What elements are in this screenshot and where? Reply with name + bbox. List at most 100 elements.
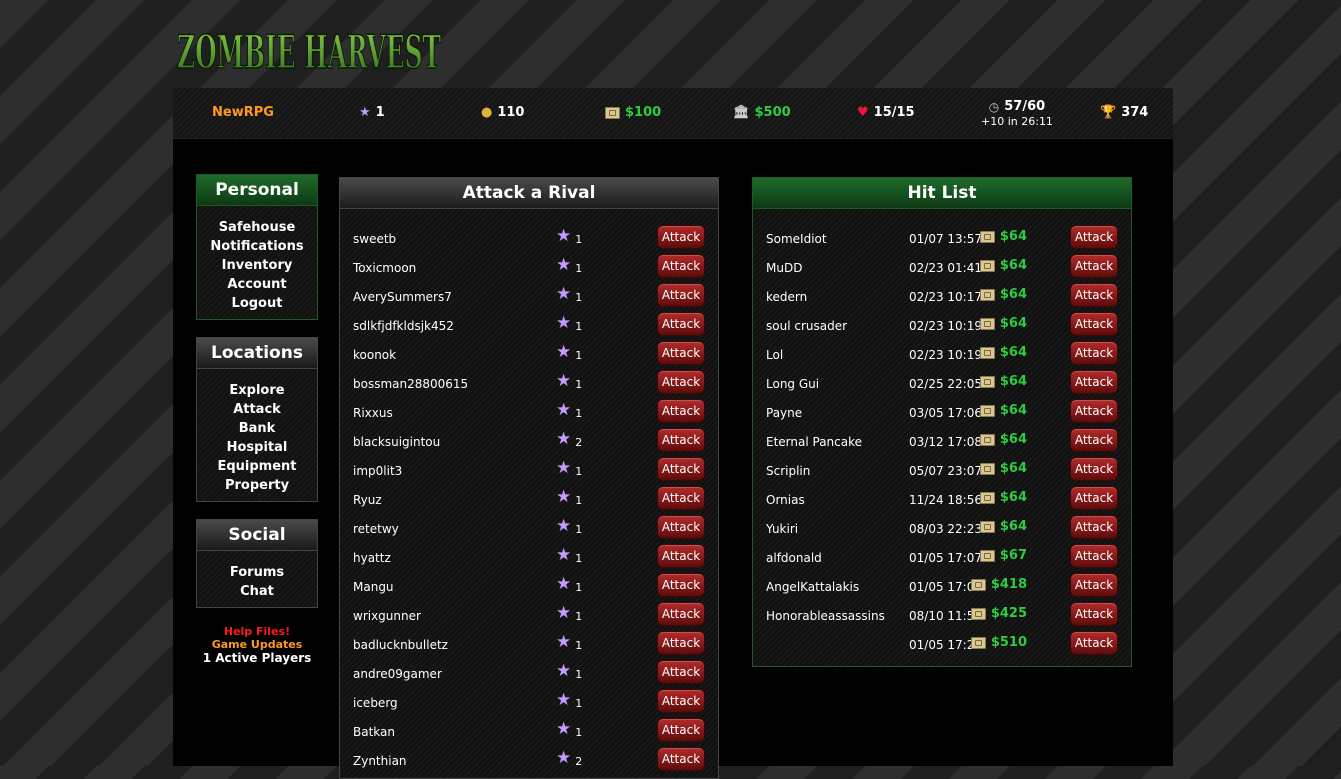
- attack-button[interactable]: Attack: [1070, 515, 1118, 539]
- menu-item-bank[interactable]: Bank: [197, 419, 317, 438]
- rival-name[interactable]: iceberg: [353, 696, 398, 710]
- attack-button[interactable]: Attack: [657, 399, 705, 423]
- rival-name[interactable]: Ryuz: [353, 493, 382, 507]
- attack-button[interactable]: Attack: [657, 486, 705, 510]
- target-name[interactable]: MuDD: [766, 261, 802, 275]
- menu-item-inventory[interactable]: Inventory: [197, 256, 317, 275]
- target-name[interactable]: SomeIdiot: [766, 232, 827, 246]
- target-name[interactable]: soul crusader: [766, 319, 847, 333]
- attack-button[interactable]: Attack: [657, 660, 705, 684]
- star-icon: ★: [556, 255, 572, 275]
- bounty-value: $64: [999, 461, 1027, 476]
- rival-list: sweetb ★ 1 Attack Toxicmoon ★ 1 Attack AverySumm…: [340, 209, 718, 774]
- rival-name[interactable]: blacksuigintou: [353, 435, 440, 449]
- points-stat[interactable]: ● 110: [481, 105, 524, 120]
- menu-item-attack[interactable]: Attack: [197, 400, 317, 419]
- menu-item-account[interactable]: Account: [197, 275, 317, 294]
- rival-row: sdlkfjdfkldsjk452 ★ 1 Attack: [340, 310, 718, 339]
- menu-item-logout[interactable]: Logout: [197, 294, 317, 313]
- attack-button[interactable]: Attack: [657, 370, 705, 394]
- target-name[interactable]: Eternal Pancake: [766, 435, 862, 449]
- rival-name[interactable]: wrixgunner: [353, 609, 421, 623]
- target-name[interactable]: alfdonald: [766, 551, 822, 565]
- bounty-amount: $64: [979, 374, 1027, 389]
- attack-button[interactable]: Attack: [1070, 457, 1118, 481]
- attack-button[interactable]: Attack: [1070, 486, 1118, 510]
- attack-button[interactable]: Attack: [1070, 573, 1118, 597]
- attack-button[interactable]: Attack: [657, 544, 705, 568]
- rival-row: Batkan ★ 1 Attack: [340, 716, 718, 745]
- rival-name[interactable]: badlucknbulletz: [353, 638, 448, 652]
- game-logo[interactable]: ZOMBIE HARVEST: [173, 0, 448, 86]
- rival-name[interactable]: andre09gamer: [353, 667, 442, 681]
- rival-level-value: 1: [575, 349, 583, 362]
- bounty-amount: $64: [979, 461, 1027, 476]
- username[interactable]: NewRPG: [212, 105, 274, 120]
- attack-button[interactable]: Attack: [657, 515, 705, 539]
- target-name[interactable]: Yukiri: [766, 522, 798, 536]
- target-name[interactable]: AngelKattalakis: [766, 580, 859, 594]
- attack-button[interactable]: Attack: [1070, 399, 1118, 423]
- rival-name[interactable]: Batkan: [353, 725, 395, 739]
- menu-item-safehouse[interactable]: Safehouse: [197, 218, 317, 237]
- rival-name[interactable]: sdlkfjdfkldsjk452: [353, 319, 454, 333]
- rival-name[interactable]: Mangu: [353, 580, 394, 594]
- attack-button[interactable]: Attack: [657, 254, 705, 278]
- target-name[interactable]: Ornias: [766, 493, 805, 507]
- attack-button[interactable]: Attack: [657, 428, 705, 452]
- menu-item-explore[interactable]: Explore: [197, 381, 317, 400]
- attack-button[interactable]: Attack: [657, 283, 705, 307]
- attack-button[interactable]: Attack: [1070, 428, 1118, 452]
- help-files-link[interactable]: Help Files!: [196, 625, 318, 638]
- attack-button[interactable]: Attack: [1070, 341, 1118, 365]
- attack-button[interactable]: Attack: [657, 747, 705, 771]
- attack-button[interactable]: Attack: [657, 457, 705, 481]
- attack-button[interactable]: Attack: [657, 602, 705, 626]
- rival-name[interactable]: hyattz: [353, 551, 391, 565]
- rival-name[interactable]: bossman28800615: [353, 377, 468, 391]
- target-name[interactable]: Scriplin: [766, 464, 810, 478]
- rival-name[interactable]: AverySummers7: [353, 290, 452, 304]
- attack-button[interactable]: Attack: [657, 631, 705, 655]
- menu-item-forums[interactable]: Forums: [197, 563, 317, 582]
- target-name[interactable]: kedern: [766, 290, 807, 304]
- target-name[interactable]: Honorableassassins: [766, 609, 885, 623]
- attack-button[interactable]: Attack: [657, 689, 705, 713]
- attack-button[interactable]: Attack: [1070, 312, 1118, 336]
- menu-item-hospital[interactable]: Hospital: [197, 438, 317, 457]
- star-icon: ★: [359, 105, 371, 120]
- bounty-amount: $510: [970, 635, 1027, 650]
- rival-name[interactable]: retetwy: [353, 522, 399, 536]
- attack-button[interactable]: Attack: [1070, 631, 1118, 655]
- rival-name[interactable]: Toxicmoon: [353, 261, 416, 275]
- rival-name[interactable]: Rixxus: [353, 406, 393, 420]
- attack-button[interactable]: Attack: [657, 312, 705, 336]
- attack-button[interactable]: Attack: [1070, 254, 1118, 278]
- bank-stat[interactable]: 🏛 $500: [733, 105, 791, 120]
- attack-button[interactable]: Attack: [1070, 283, 1118, 307]
- menu-item-property[interactable]: Property: [197, 476, 317, 495]
- attack-button[interactable]: Attack: [657, 573, 705, 597]
- attack-button[interactable]: Attack: [657, 341, 705, 365]
- rival-name[interactable]: sweetb: [353, 232, 396, 246]
- attack-button[interactable]: Attack: [1070, 602, 1118, 626]
- rival-name[interactable]: imp0lit3: [353, 464, 402, 478]
- attack-button[interactable]: Attack: [657, 225, 705, 249]
- rival-level-value: 1: [575, 581, 583, 594]
- menu-item-notifications[interactable]: Notifications: [197, 237, 317, 256]
- target-name[interactable]: Long Gui: [766, 377, 819, 391]
- username-link[interactable]: NewRPG: [212, 105, 274, 120]
- menu-item-chat[interactable]: Chat: [197, 582, 317, 601]
- attack-button[interactable]: Attack: [1070, 370, 1118, 394]
- rival-name[interactable]: koonok: [353, 348, 396, 362]
- star-icon: ★: [556, 661, 572, 681]
- target-name[interactable]: Lol: [766, 348, 783, 362]
- target-name[interactable]: Payne: [766, 406, 802, 420]
- star-icon: ★: [556, 371, 572, 391]
- attack-button[interactable]: Attack: [657, 718, 705, 742]
- bounty-amount: $64: [979, 258, 1027, 273]
- game-updates-link[interactable]: Game Updates: [196, 638, 318, 651]
- menu-item-equipment[interactable]: Equipment: [197, 457, 317, 476]
- attack-button[interactable]: Attack: [1070, 544, 1118, 568]
- attack-button[interactable]: Attack: [1070, 225, 1118, 249]
